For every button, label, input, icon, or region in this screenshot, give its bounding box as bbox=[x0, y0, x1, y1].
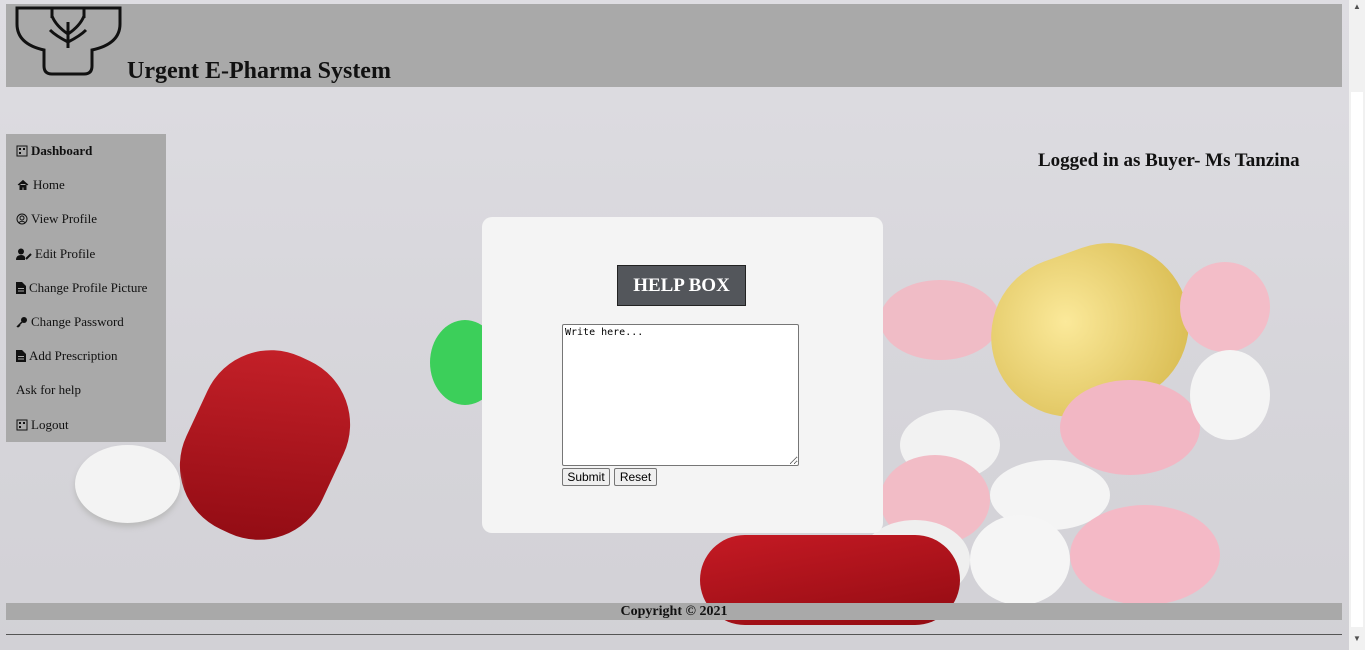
scroll-down-icon[interactable]: ▼ bbox=[1353, 634, 1361, 643]
header-bar: Urgent E-Pharma System bbox=[6, 4, 1342, 87]
user-edit-icon bbox=[16, 248, 32, 260]
help-box-title: HELP BOX bbox=[617, 265, 746, 306]
footer-copyright: Copyright © 2021 bbox=[6, 603, 1342, 620]
sidebar-item-home[interactable]: Home bbox=[16, 177, 65, 193]
sidebar-item-label: View Profile bbox=[31, 211, 98, 226]
sidebar-item-ask-for-help[interactable]: Ask for help bbox=[16, 382, 81, 398]
home-icon bbox=[17, 179, 29, 190]
help-textarea[interactable]: Write here... bbox=[562, 324, 799, 466]
file-icon bbox=[16, 350, 26, 362]
pink-pill bbox=[1070, 505, 1220, 605]
sidebar-item-label: Ask for help bbox=[16, 382, 81, 397]
sidebar-item-label: Logout bbox=[31, 417, 69, 432]
sidebar-item-change-profile-picture[interactable]: Change Profile Picture bbox=[16, 280, 147, 296]
pink-pill bbox=[1180, 262, 1270, 352]
sidebar-item-change-password[interactable]: Change Password bbox=[16, 314, 124, 330]
white-pill bbox=[970, 515, 1070, 605]
sidebar-item-view-profile[interactable]: View Profile bbox=[16, 211, 97, 227]
sidebar-item-logout[interactable]: Logout bbox=[16, 417, 69, 433]
logout-icon bbox=[16, 419, 28, 431]
sidebar-item-label: Home bbox=[33, 177, 65, 192]
login-status: Logged in as Buyer- Ms Tanzina bbox=[1038, 150, 1300, 171]
help-panel: HELP BOX Write here... Submit Reset bbox=[482, 217, 883, 533]
pink-pill bbox=[880, 280, 1000, 360]
sidebar-item-dashboard[interactable]: Dashboard bbox=[16, 143, 92, 159]
sidebar-item-edit-profile[interactable]: Edit Profile bbox=[16, 246, 95, 262]
dashboard-icon bbox=[16, 145, 28, 157]
red-capsule bbox=[156, 327, 374, 563]
white-pill bbox=[1190, 350, 1270, 440]
scroll-thumb[interactable] bbox=[1351, 92, 1363, 627]
pharma-logo-icon bbox=[15, 6, 122, 76]
sidebar-item-label: Change Password bbox=[31, 314, 124, 329]
site-title: Urgent E-Pharma System bbox=[127, 58, 391, 84]
reset-button[interactable]: Reset bbox=[614, 468, 657, 486]
sidebar: Dashboard Home View Profile Edit Profile… bbox=[6, 134, 166, 442]
sidebar-item-add-prescription[interactable]: Add Prescription bbox=[16, 348, 117, 364]
sidebar-item-label: Change Profile Picture bbox=[29, 280, 148, 295]
white-pill bbox=[75, 445, 180, 523]
sidebar-item-label: Dashboard bbox=[31, 143, 93, 158]
file-icon bbox=[16, 282, 26, 294]
pink-pill bbox=[1060, 380, 1200, 475]
scrollbar[interactable]: ▲ ▼ bbox=[1349, 0, 1365, 650]
scroll-up-icon[interactable]: ▲ bbox=[1353, 2, 1361, 11]
sidebar-item-label: Edit Profile bbox=[35, 246, 96, 261]
divider bbox=[6, 634, 1342, 635]
user-circle-icon bbox=[16, 213, 28, 225]
submit-button[interactable]: Submit bbox=[562, 468, 610, 486]
key-icon bbox=[16, 317, 27, 328]
sidebar-item-label: Add Prescription bbox=[29, 348, 118, 363]
